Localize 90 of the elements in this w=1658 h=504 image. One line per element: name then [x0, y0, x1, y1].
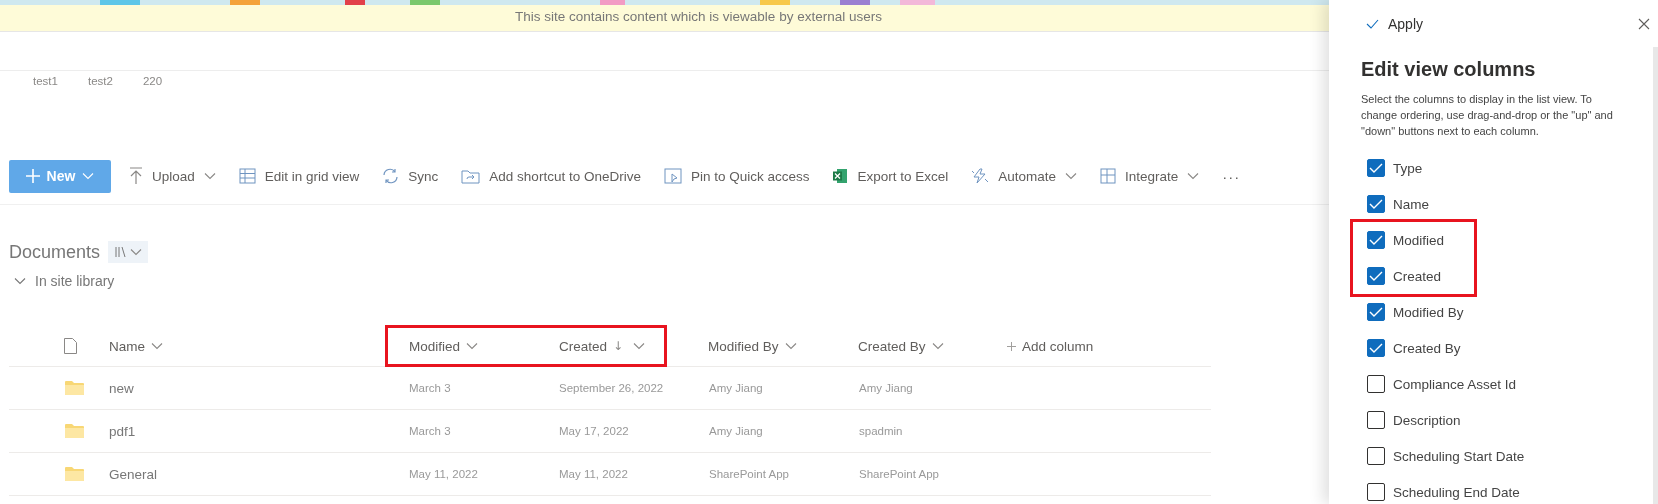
- table-cell: SharePoint App: [709, 468, 789, 480]
- breadcrumb-link[interactable]: test1: [33, 75, 58, 148]
- column-header[interactable]: Created By: [858, 338, 926, 354]
- plus-icon: [1007, 341, 1016, 351]
- folder-icon: [65, 467, 84, 481]
- folder-link-icon: [461, 168, 481, 184]
- chevron-down-icon: [82, 172, 95, 180]
- checkbox[interactable]: [1367, 231, 1385, 249]
- table-cell: September 26, 2022: [559, 382, 664, 394]
- chevron-down-icon: [931, 342, 944, 350]
- column-header[interactable]: Modified: [409, 338, 461, 354]
- table-cell: May 17, 2022: [559, 425, 629, 437]
- file-icon: [64, 338, 77, 354]
- chevron-down-icon: [14, 277, 26, 285]
- shortcut-button[interactable]: Add shortcut to OneDrive: [461, 159, 641, 193]
- table-cell: May 11, 2022: [559, 468, 628, 480]
- lightning-icon: [971, 168, 990, 184]
- checkbox[interactable]: [1367, 411, 1385, 429]
- banner-text: This site contains content which is viewable by external users: [515, 9, 882, 24]
- checkbox[interactable]: [1367, 303, 1385, 321]
- upload-icon: [129, 167, 143, 185]
- excel-button[interactable]: Export to Excel: [832, 159, 949, 193]
- folder-icon: [65, 424, 84, 438]
- library-icon: [114, 247, 127, 257]
- column-header[interactable]: Modified By: [708, 338, 779, 354]
- column-option: Description: [1393, 412, 1461, 428]
- chevron-down-icon: [633, 342, 646, 350]
- column-option: Compliance Asset Id: [1393, 376, 1517, 392]
- close-button[interactable]: [1638, 18, 1650, 30]
- spreadsheet-icon: [832, 168, 849, 184]
- panel-description: Select the columns to display in the list view. To change ordering, use drag-and-drop or the "up" and "down" buttons next to each column.: [1361, 92, 1614, 139]
- chevron-down-icon: [1187, 172, 1200, 180]
- sync-icon: [382, 168, 400, 184]
- checkbox[interactable]: [1367, 267, 1385, 285]
- sort-arrow: ↓: [613, 339, 624, 353]
- checkbox[interactable]: [1367, 375, 1385, 393]
- column-option: Name: [1393, 196, 1429, 212]
- chevron-down-icon: [466, 342, 479, 350]
- pin-button[interactable]: Pin to Quick access: [663, 159, 810, 193]
- column-option: Created: [1393, 268, 1442, 284]
- close-icon: [1638, 18, 1650, 30]
- more-button[interactable]: ···: [1222, 159, 1241, 193]
- integrate-button[interactable]: Integrate: [1100, 159, 1200, 193]
- folder-icon: [65, 381, 84, 395]
- plus-icon: [25, 169, 40, 183]
- file-name[interactable]: General: [109, 466, 158, 482]
- column-option: Created By: [1393, 340, 1461, 356]
- table-cell: Amy Jiang: [709, 382, 763, 394]
- column-option: Type: [1393, 160, 1423, 176]
- checkbox[interactable]: [1367, 195, 1385, 213]
- grid-button[interactable]: Edit in grid view: [238, 159, 360, 193]
- breadcrumb-link[interactable]: test2: [87, 75, 113, 148]
- checkbox[interactable]: [1367, 339, 1385, 357]
- column-header[interactable]: Created: [559, 338, 608, 354]
- chevron-down-icon: [784, 342, 797, 350]
- chevron-down-icon: [1065, 172, 1078, 180]
- checkbox[interactable]: [1367, 483, 1385, 501]
- panel-title: Edit view columns: [1361, 58, 1537, 81]
- chevron-down-icon: [151, 342, 163, 350]
- column-header[interactable]: Name: [109, 338, 145, 354]
- table-cell: spadmin: [859, 425, 903, 437]
- table-cell: Amy Jiang: [859, 382, 913, 394]
- column-option: Modified: [1393, 232, 1445, 248]
- grid-icon: [238, 168, 256, 184]
- view-switcher[interactable]: [108, 241, 149, 263]
- checkbox[interactable]: [1367, 159, 1385, 177]
- chevron-down-icon: [203, 172, 216, 180]
- table-cell: March 3: [409, 382, 451, 394]
- column-option: Scheduling End Date: [1393, 484, 1520, 500]
- apply-button[interactable]: Apply: [1366, 16, 1424, 32]
- column-option: Scheduling Start Date: [1393, 448, 1525, 464]
- file-name[interactable]: pdf1: [109, 423, 136, 439]
- chevron-down-icon: [129, 248, 142, 256]
- checkmark-icon: [1366, 19, 1379, 29]
- sync-button[interactable]: Sync: [382, 159, 439, 193]
- table-cell: March 3: [409, 425, 451, 437]
- group-toggle[interactable]: [14, 277, 26, 285]
- breadcrumb-link[interactable]: 220: [142, 75, 163, 148]
- file-name[interactable]: new: [109, 380, 134, 396]
- group-label: In site library: [35, 273, 115, 289]
- add-column-button[interactable]: Add column: [1022, 338, 1094, 354]
- layout-icon: [1100, 168, 1117, 184]
- table-cell: May 11, 2022: [409, 468, 478, 480]
- upload-button[interactable]: Upload: [129, 159, 216, 193]
- checkbox[interactable]: [1367, 447, 1385, 465]
- column-option: Modified By: [1393, 304, 1464, 320]
- table-cell: SharePoint App: [859, 468, 939, 480]
- table-cell: Amy Jiang: [709, 425, 763, 437]
- automate-button[interactable]: Automate: [971, 159, 1078, 193]
- library-title: Documents: [9, 241, 101, 263]
